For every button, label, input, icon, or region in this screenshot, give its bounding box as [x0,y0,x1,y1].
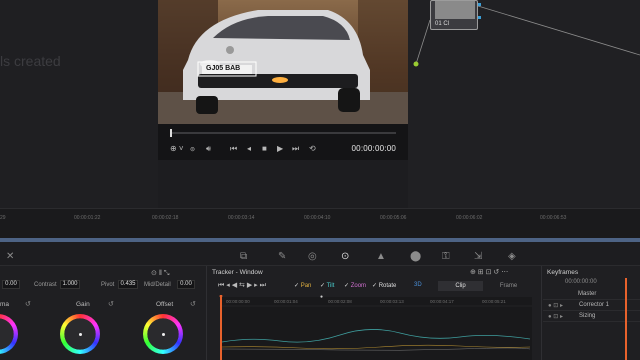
zoom-label: Zoom [350,283,367,289]
keyframes-title: Keyframes [547,269,579,276]
tracker-playhead[interactable] [220,295,222,360]
node-output-icon[interactable] [478,16,481,19]
loop-icon[interactable]: ⟲ [309,144,316,153]
layers-icon[interactable]: ⊜ [190,146,195,153]
reset-icon[interactable]: ↺ [190,300,196,308]
3d-toggle[interactable]: 3D [414,282,422,288]
node-thumbnail [435,1,475,19]
cursor-icon: ● [320,294,324,300]
ruler-label: 29 [0,215,6,221]
bottom-panels: ⊙ ⦀ ⤡ 0.00 Contrast 1.000 Pivot 0.435 Mi… [0,266,640,360]
3d-icon[interactable]: ◈ [508,251,516,262]
ruler-label: 00:00:06:53 [540,215,567,221]
viewer-controls: ⊕ ˅ ⊜ 🔊︎ ⏮︎ ◂ ■ ▶ ⏭︎ ⟲ 00:00:00:00 [158,140,408,158]
play-icon[interactable]: ▶ [277,144,283,153]
keyframe-row-label: Master [578,291,597,297]
keyframe-dot-icon[interactable]: ● ⊡ ▸ [548,313,563,320]
pivot-field[interactable]: 0.435 [118,280,138,289]
gallery-empty-message: ls created [0,53,61,69]
keyframes-timecode: 00:00:00:00 [565,279,597,285]
pan-check[interactable]: ✓ Pan [294,282,311,289]
zoom-check[interactable]: ✓ Zoom [344,282,366,289]
rotate-label: Rotate [378,283,397,289]
video-frame[interactable]: GJ05 BAB [158,0,408,124]
node-editor[interactable]: 01 Cl [408,0,640,208]
qualifier-icon[interactable]: ✎ [278,251,286,262]
tracker-tool-icon[interactable]: ⊙ [341,251,349,262]
keyframe-dot-icon[interactable]: ● ⊡ ▸ [548,302,563,309]
primaries-panel: ⊙ ⦀ ⤡ 0.00 Contrast 1.000 Pivot 0.435 Mi… [0,266,207,360]
curves-icon[interactable]: ✕ [6,251,14,262]
contrast-field[interactable]: 1.000 [60,280,80,289]
sizing-icon[interactable]: ⇲ [474,251,482,262]
tilt-label: Tilt [326,283,335,289]
pan-label: Pan [300,283,312,289]
tracker-graph[interactable]: 00:00:00:00 00:00:01:04 00:00:02:08 00:0… [220,297,532,360]
track-controls-icon[interactable]: ⏮︎ ◂ ◀ ⇆ ▶ ▸ ⏭︎ [218,281,266,290]
lift-value-field[interactable]: 0.00 [2,280,20,289]
settings-icon[interactable]: ⊙ ⦀ ⤡ [151,269,169,278]
tab-frame[interactable]: Frame [486,281,531,291]
skip-back-icon[interactable]: ⏮︎ [230,144,237,154]
reset-icon[interactable]: ↺ [108,300,114,308]
node-output-icon[interactable] [478,3,481,6]
ruler-label: 00:00:01:22 [74,215,101,221]
clip-strip[interactable] [0,238,640,242]
gallery-panel: ls created [0,0,158,208]
scrubber-playhead[interactable] [170,129,172,137]
tilt-check[interactable]: ✓ Tilt [320,282,334,289]
car-image [158,0,408,124]
middetail-field[interactable]: 0.00 [177,280,195,289]
key-icon[interactable]: ⚿ [442,251,450,262]
ruler-label: 00:00:05:06 [380,215,407,221]
pivot-label: Pivot [101,282,115,288]
warper-icon[interactable]: ⧉ [240,251,247,262]
step-back-icon[interactable]: ◂ [247,144,251,153]
tracker-title: Tracker - Window [212,269,263,276]
node-connections [413,5,640,67]
viewer-scrubber[interactable] [170,132,396,134]
tracker-icon[interactable]: ⊕ ˅ [170,144,184,153]
contrast-label: Contrast [34,282,57,288]
tracker-panel: Tracker - Window ⊕ ⊞ ⊡ ↺ ⋯ ⏮︎ ◂ ◀ ⇆ ▶ ▸ … [208,266,542,360]
middetail-label: Mid/Detail [144,282,171,288]
palette-toolbar: ✕ ⧉ ✎ ◎ ⊙ ▲ ⬤ ⚿ ⇲ ◈ [0,248,640,266]
keyframe-row-label: Corrector 1 [579,302,610,308]
gain-wheel[interactable] [60,314,100,354]
tracker-curves [220,305,532,351]
ruler-label: 00:00:02:18 [152,215,179,221]
blur-icon[interactable]: ⬤ [410,251,421,262]
rotate-check[interactable]: ✓ Rotate [372,282,396,289]
mini-timeline[interactable]: 29 00:00:01:22 00:00:02:18 00:00:03:14 0… [0,208,640,242]
stop-icon[interactable]: ■ [262,144,267,153]
keyframe-row-label: Sizing [579,313,596,319]
ruler-label: 00:00:06:02 [456,215,483,221]
magic-mask-icon[interactable]: ▲ [376,251,386,262]
playhead-marker-icon: ▼ [218,295,224,301]
node-label: 01 Cl [435,21,450,27]
node-01[interactable]: 01 Cl [430,0,478,30]
skip-forward-icon[interactable]: ⏭︎ [292,144,299,154]
gamma-wheel-label: ma [0,301,10,308]
ruler-label: 00:00:04:10 [304,215,331,221]
license-plate-text: GJ05 BAB [206,65,241,72]
keyframe-playhead[interactable] [625,278,627,360]
gain-wheel-label: Gain [76,301,90,308]
tracker-options-icon[interactable]: ⊕ ⊞ ⊡ ↺ ⋯ [470,268,508,276]
keyframes-panel: Keyframes 00:00:00:00 Master ● ⊡ ▸ Corre… [543,266,640,360]
reset-icon[interactable]: ↺ [25,300,31,308]
davinci-color-page: ls created GJ05 BAB ⊕ ˅ ⊜ 🔊︎ ⏮︎ ◂ ■ ▶ ⏭︎… [0,0,640,360]
offset-wheel[interactable] [143,314,183,354]
ruler-label: 00:00:03:14 [228,215,255,221]
tab-clip[interactable]: Clip [438,281,483,291]
viewer-timecode: 00:00:00:00 [351,144,396,153]
window-icon[interactable]: ◎ [308,251,317,262]
volume-icon[interactable]: 🔊︎ [206,144,211,154]
gamma-wheel[interactable] [0,314,18,354]
viewer-panel: GJ05 BAB ⊕ ˅ ⊜ 🔊︎ ⏮︎ ◂ ■ ▶ ⏭︎ ⟲ 00:00:00… [158,0,408,160]
offset-wheel-label: Offset [156,301,174,308]
